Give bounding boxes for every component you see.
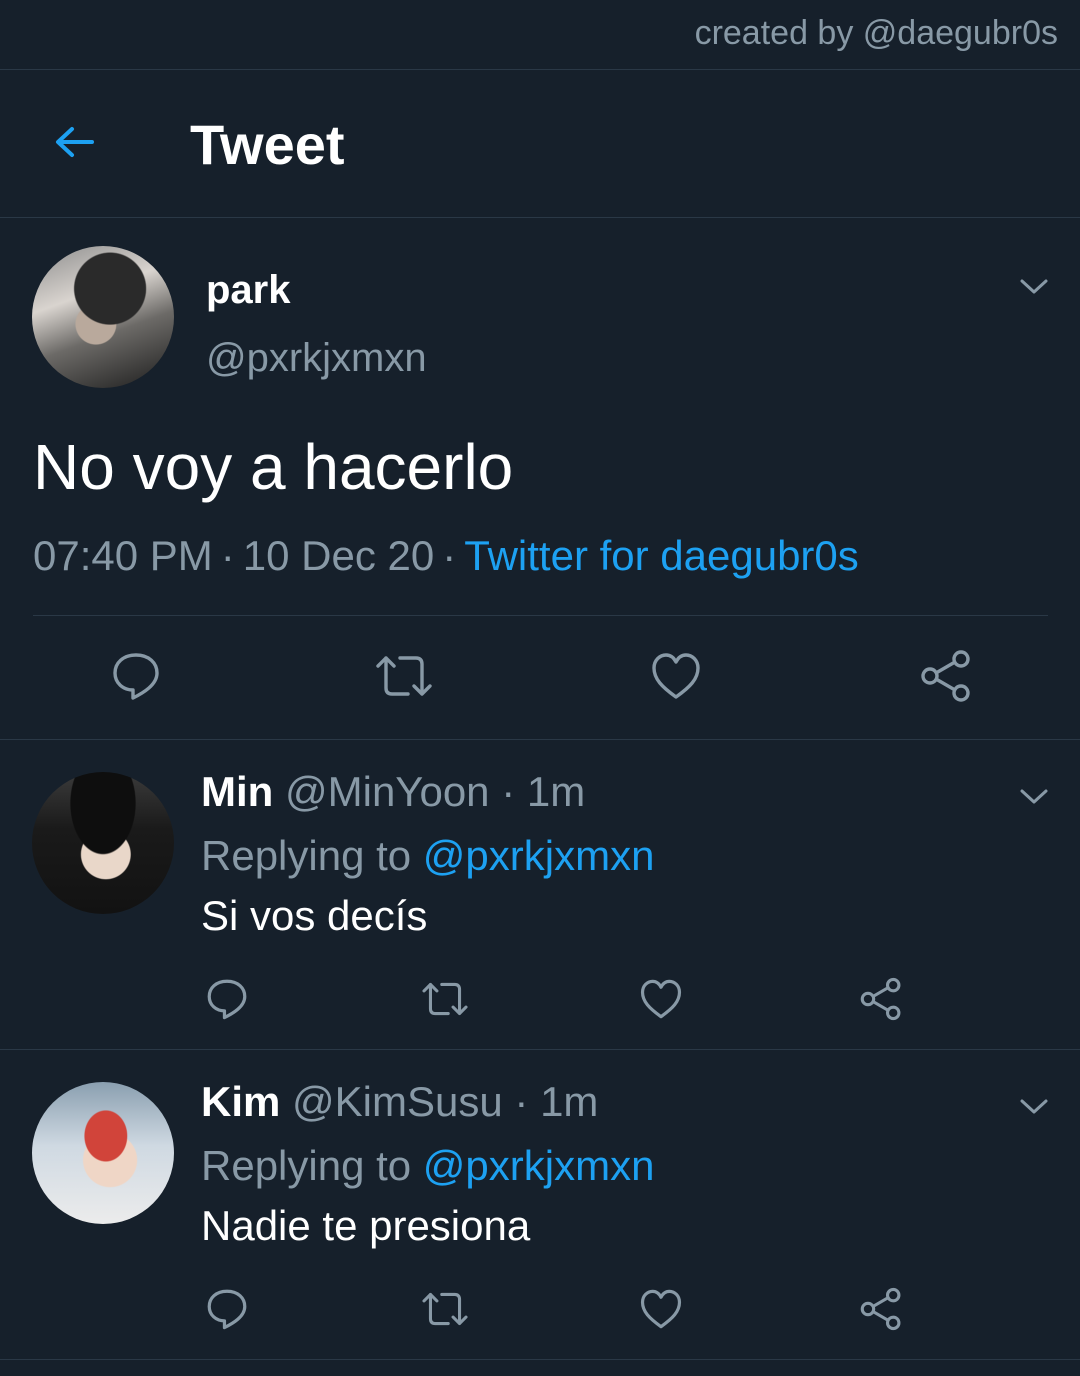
divider bbox=[33, 615, 1048, 616]
retweet-icon bbox=[422, 982, 468, 1016]
tweet-author-name[interactable]: park bbox=[206, 268, 291, 313]
retweet-icon bbox=[376, 656, 432, 696]
meta-separator: · bbox=[501, 768, 516, 815]
reply-button[interactable] bbox=[204, 976, 250, 1022]
share-button[interactable] bbox=[858, 1286, 904, 1332]
reply-author-name[interactable]: Kim bbox=[201, 1078, 280, 1125]
tweet-time: 07:40 PM bbox=[33, 532, 213, 579]
replying-to-label: Replying to bbox=[201, 1142, 412, 1189]
avatar[interactable] bbox=[32, 1082, 174, 1224]
watermark-text: created by @daegubr0s bbox=[694, 14, 1058, 52]
chevron-down-icon bbox=[1020, 789, 1048, 804]
replying-to: Replying to @pxrkjxmxn bbox=[201, 832, 654, 880]
back-arrow-icon bbox=[56, 127, 94, 157]
avatar[interactable] bbox=[32, 246, 174, 388]
avatar[interactable] bbox=[32, 772, 174, 914]
back-button[interactable] bbox=[46, 114, 102, 170]
like-button[interactable] bbox=[638, 976, 684, 1022]
like-icon bbox=[640, 1289, 682, 1329]
chevron-down-icon bbox=[1020, 1099, 1048, 1114]
tweet-date: 10 Dec 20 bbox=[242, 532, 435, 579]
reply-menu-button[interactable] bbox=[1016, 778, 1052, 814]
watermark-bar: created by @daegubr0s bbox=[0, 0, 1080, 70]
mention-link[interactable]: @pxrkjxmxn bbox=[423, 1142, 655, 1189]
meta-separator: · bbox=[442, 532, 457, 579]
meta-separator: · bbox=[514, 1078, 529, 1125]
reply-menu-button[interactable] bbox=[1016, 1088, 1052, 1124]
tweet-meta: 07:40 PM · 10 Dec 20 · Twitter for daegubr0s bbox=[33, 532, 859, 580]
reply-button[interactable] bbox=[108, 648, 164, 704]
reply-text: Nadie te presiona bbox=[201, 1202, 531, 1249]
tweet-author-handle[interactable]: @pxrkjxmxn bbox=[206, 336, 427, 381]
reply-author-name[interactable]: Min bbox=[201, 768, 273, 815]
reply-header: Kim @KimSusu · 1m bbox=[201, 1078, 598, 1126]
reply-icon bbox=[207, 979, 247, 1020]
like-button[interactable] bbox=[648, 648, 704, 704]
reply-text: Si vos decís bbox=[201, 892, 428, 939]
reply-time: 1m bbox=[526, 768, 586, 815]
reply-time: 1m bbox=[540, 1078, 599, 1125]
chevron-down-icon bbox=[1020, 279, 1048, 294]
like-button[interactable] bbox=[638, 1286, 684, 1332]
reply-icon bbox=[207, 1289, 247, 1330]
reply-header: Min @MinYoon · 1m bbox=[201, 768, 585, 816]
page-title: Tweet bbox=[190, 113, 345, 176]
retweet-button[interactable] bbox=[372, 648, 436, 704]
share-icon bbox=[921, 650, 970, 702]
replying-to-label: Replying to bbox=[201, 832, 412, 879]
share-icon bbox=[860, 977, 901, 1021]
reply-tweet[interactable]: Kim @KimSusu · 1m Replying to @pxrkjxmxn… bbox=[0, 1050, 1080, 1360]
reply-author-handle[interactable]: @KimSusu bbox=[292, 1078, 503, 1125]
reply-tweet[interactable]: Min @MinYoon · 1m Replying to @pxrkjxmxn… bbox=[0, 740, 1080, 1050]
tweet-menu-button[interactable] bbox=[1016, 268, 1052, 304]
reply-author-handle[interactable]: @MinYoon bbox=[285, 768, 490, 815]
top-bar: Tweet bbox=[0, 70, 1080, 218]
reply-icon bbox=[113, 653, 159, 700]
share-icon bbox=[860, 1287, 901, 1331]
like-icon bbox=[652, 653, 700, 699]
tweet-source-link[interactable]: Twitter for daegubr0s bbox=[464, 532, 859, 579]
reply-button[interactable] bbox=[204, 1286, 250, 1332]
share-button[interactable] bbox=[918, 648, 974, 704]
mention-link[interactable]: @pxrkjxmxn bbox=[423, 832, 655, 879]
retweet-button[interactable] bbox=[418, 1286, 472, 1332]
replying-to: Replying to @pxrkjxmxn bbox=[201, 1142, 654, 1190]
like-icon bbox=[640, 979, 682, 1019]
tweet-text: No voy a hacerlo bbox=[33, 431, 514, 503]
meta-separator: · bbox=[220, 532, 235, 579]
share-button[interactable] bbox=[858, 976, 904, 1022]
retweet-button[interactable] bbox=[418, 976, 472, 1022]
retweet-icon bbox=[422, 1292, 468, 1326]
main-tweet: park @pxrkjxmxn No voy a hacerlo 07:40 P… bbox=[0, 218, 1080, 740]
